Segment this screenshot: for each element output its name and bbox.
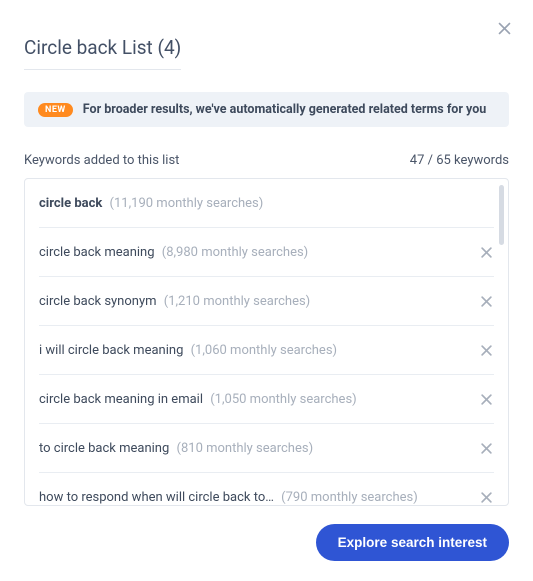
keyword-term: circle back meaning in email <box>39 392 203 407</box>
keyword-text: circle back meaning (8,980 monthly searc… <box>39 245 479 260</box>
banner-text: For broader results, we've automatically… <box>83 102 487 117</box>
scrollbar-thumb[interactable] <box>499 185 504 245</box>
keyword-text: how to respond when will circle back to…… <box>39 490 479 505</box>
keyword-text: i will circle back meaning (1,060 monthl… <box>39 343 479 358</box>
modal-title: Circle back List (4) <box>24 36 181 70</box>
keyword-term: circle back meaning <box>39 245 155 260</box>
keyword-row: how to respond when will circle back to…… <box>39 473 494 506</box>
remove-keyword-button[interactable] <box>479 343 494 358</box>
keyword-row: circle back synonym (1,210 monthly searc… <box>39 277 494 326</box>
close-icon <box>496 20 513 37</box>
keyword-stat: (790 monthly searches) <box>278 490 418 505</box>
close-icon <box>479 294 494 309</box>
keyword-text: circle back (11,190 monthly searches) <box>39 196 494 211</box>
keyword-row: i will circle back meaning (1,060 monthl… <box>39 326 494 375</box>
keyword-term: to circle back meaning <box>39 441 169 456</box>
close-icon <box>479 343 494 358</box>
close-icon <box>479 490 494 505</box>
keyword-row: circle back (11,190 monthly searches) <box>39 179 494 228</box>
keyword-text: circle back synonym (1,210 monthly searc… <box>39 294 479 309</box>
explore-button[interactable]: Explore search interest <box>316 524 509 561</box>
keyword-term: circle back <box>39 196 102 211</box>
remove-keyword-button[interactable] <box>479 392 494 407</box>
keyword-stat: (1,060 monthly searches) <box>187 343 337 358</box>
keyword-stat: (1,050 monthly searches) <box>207 392 357 407</box>
remove-keyword-button[interactable] <box>479 294 494 309</box>
new-badge: NEW <box>38 103 73 117</box>
keyword-row: circle back meaning in email (1,050 mont… <box>39 375 494 424</box>
remove-keyword-button[interactable] <box>479 490 494 505</box>
keyword-row: to circle back meaning (810 monthly sear… <box>39 424 494 473</box>
keyword-term: i will circle back meaning <box>39 343 183 358</box>
close-icon <box>479 392 494 407</box>
remove-keyword-button[interactable] <box>479 441 494 456</box>
keyword-term: circle back synonym <box>39 294 157 309</box>
remove-keyword-button[interactable] <box>479 245 494 260</box>
keyword-text: circle back meaning in email (1,050 mont… <box>39 392 479 407</box>
keyword-stat: (11,190 monthly searches) <box>106 196 263 211</box>
keyword-list-modal: Circle back List (4) NEW For broader res… <box>0 0 533 581</box>
meta-count: 47 / 65 keywords <box>410 153 509 168</box>
keyword-stat: (1,210 monthly searches) <box>161 294 311 309</box>
close-modal-button[interactable] <box>496 20 513 37</box>
keyword-term: how to respond when will circle back to… <box>39 490 274 505</box>
keyword-row: circle back meaning (8,980 monthly searc… <box>39 228 494 277</box>
keyword-text: to circle back meaning (810 monthly sear… <box>39 441 479 456</box>
keyword-stat: (8,980 monthly searches) <box>159 245 309 260</box>
close-icon <box>479 245 494 260</box>
keyword-stat: (810 monthly searches) <box>173 441 313 456</box>
modal-footer: Explore search interest <box>24 524 509 561</box>
info-banner: NEW For broader results, we've automatic… <box>24 92 509 127</box>
close-icon <box>479 441 494 456</box>
meta-row: Keywords added to this list 47 / 65 keyw… <box>24 153 509 168</box>
meta-left-label: Keywords added to this list <box>24 153 179 168</box>
keyword-list: circle back (11,190 monthly searches)cir… <box>24 178 509 506</box>
